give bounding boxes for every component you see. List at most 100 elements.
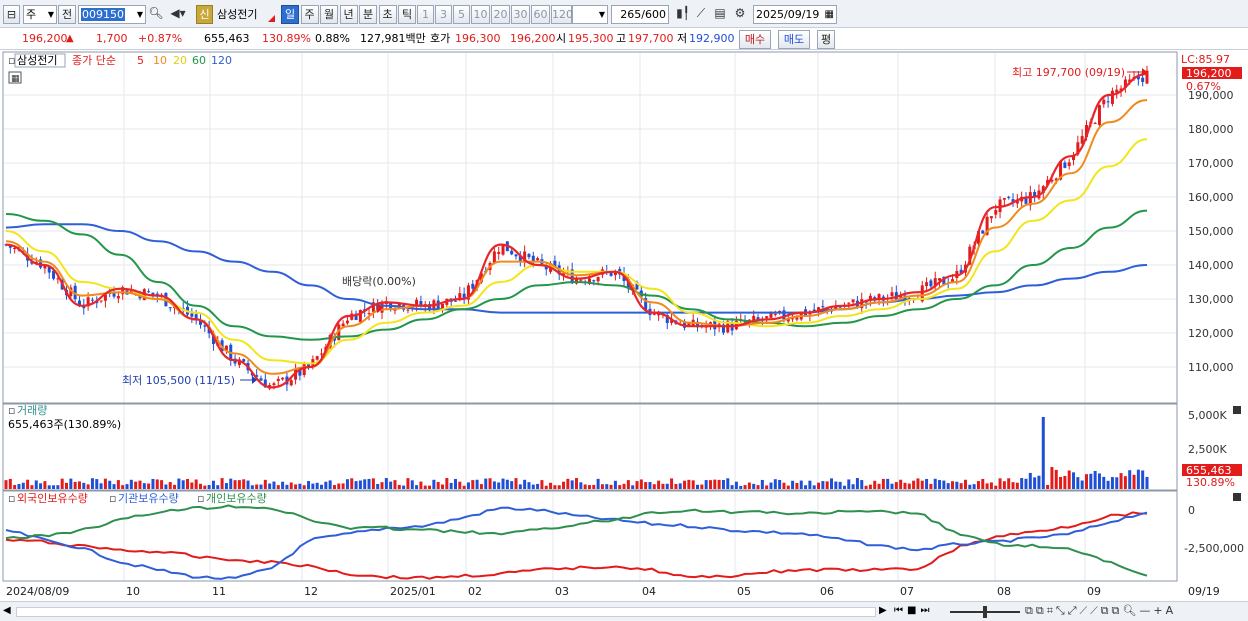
x-tick-label: 11 bbox=[212, 585, 226, 598]
volume-bar bbox=[678, 483, 682, 489]
volume-bar bbox=[847, 479, 851, 489]
tab-period-1[interactable]: 주 bbox=[300, 5, 319, 24]
gear-icon[interactable]: ⚙ bbox=[732, 5, 748, 24]
tab-interval-1[interactable]: 3 bbox=[435, 5, 452, 24]
candle-body bbox=[147, 291, 151, 293]
new-badge[interactable]: 신 bbox=[196, 5, 213, 24]
volume-bar bbox=[726, 478, 730, 489]
volume-bar bbox=[302, 485, 306, 489]
legend-ma-60: 60 bbox=[192, 54, 206, 67]
tab-period-3[interactable]: 년 bbox=[339, 5, 358, 24]
date-input[interactable]: 2025/09/19 ▦ bbox=[753, 5, 837, 24]
tab-period-6[interactable]: 틱 bbox=[398, 5, 416, 24]
candle-body bbox=[453, 300, 457, 302]
data-count-max: /600 bbox=[641, 8, 666, 21]
interval-custom-input[interactable]: ▼ bbox=[572, 5, 608, 24]
layout-icon[interactable]: ⊟ bbox=[3, 5, 20, 24]
current-price: 196,200 bbox=[22, 32, 68, 45]
sell-button[interactable]: 매도 bbox=[778, 30, 810, 49]
candle-body bbox=[596, 277, 600, 282]
candle-body bbox=[315, 356, 319, 360]
volume-bar bbox=[497, 482, 501, 489]
volume-bar bbox=[125, 484, 129, 489]
chart-tools-icons[interactable]: ⧉⧉⌗⤡⤢⟋⟋⧉⧉🔍︎—+A bbox=[1025, 604, 1176, 618]
volume-bar bbox=[492, 481, 496, 489]
tab-interval-6[interactable]: 60 bbox=[531, 5, 550, 24]
candle-body bbox=[406, 309, 410, 311]
chart-toolbar: ⊟ 주 ▼ 전 009150 ▼ 🔍︎ ◀▾ 신 삼성전기 일주월년분초틱 13… bbox=[0, 0, 1248, 28]
volume-bar bbox=[989, 482, 993, 489]
candle-body bbox=[302, 363, 306, 376]
playback-controls[interactable]: ⏮■⏭ bbox=[894, 605, 933, 616]
candle-type-icon[interactable]: ▮╿ bbox=[675, 5, 691, 24]
price-tick-label: 130,000 bbox=[1188, 293, 1234, 306]
volume-bar bbox=[298, 483, 302, 489]
scroll-left-icon[interactable]: ◀ bbox=[3, 605, 11, 616]
volume-bar bbox=[739, 485, 743, 489]
volume-bar bbox=[639, 479, 643, 489]
save-icon[interactable]: ▤ bbox=[712, 5, 728, 24]
volume-bar bbox=[1102, 476, 1106, 489]
volume-bar bbox=[307, 481, 311, 489]
volume-bar bbox=[691, 480, 695, 489]
horizontal-scrollbar[interactable] bbox=[16, 607, 876, 617]
prev-button[interactable]: 전 bbox=[58, 5, 76, 24]
volume-bar bbox=[276, 485, 280, 489]
turnover-rate: 0.88% bbox=[315, 32, 350, 45]
zoom-slider-handle[interactable] bbox=[983, 606, 987, 618]
volume-bar bbox=[1011, 482, 1015, 489]
tab-interval-5[interactable]: 30 bbox=[511, 5, 530, 24]
candle-body bbox=[320, 353, 324, 355]
volume-bar bbox=[134, 481, 138, 489]
calendar-icon[interactable]: ▦ bbox=[825, 6, 834, 23]
volume-bar bbox=[873, 480, 877, 489]
tab-period-4[interactable]: 분 bbox=[359, 5, 377, 24]
tab-interval-7[interactable]: 120 bbox=[551, 5, 573, 24]
data-count-input[interactable]: 265/600 bbox=[611, 5, 669, 24]
flag-icon bbox=[268, 15, 275, 22]
search-icon[interactable]: 🔍︎ bbox=[148, 5, 164, 24]
volume-bar bbox=[281, 481, 285, 489]
volume-bar bbox=[778, 479, 782, 489]
buy-button[interactable]: 매수 bbox=[739, 30, 771, 49]
tab-period-0[interactable]: 일 bbox=[281, 5, 299, 24]
draw-tool-icon[interactable]: ⟋ bbox=[693, 5, 709, 24]
volume-bar bbox=[626, 480, 630, 489]
tab-period-5[interactable]: 초 bbox=[378, 5, 397, 24]
low-price: 192,900 bbox=[689, 32, 735, 45]
volume-tick-5000k: 5,000K bbox=[1188, 409, 1227, 422]
volume-bar bbox=[618, 485, 622, 489]
tab-interval-4[interactable]: 20 bbox=[491, 5, 510, 24]
volume-bar bbox=[782, 482, 786, 489]
close-icon[interactable] bbox=[1233, 493, 1241, 501]
volume-bar bbox=[1037, 475, 1041, 489]
stock-code-input[interactable]: 009150 ▼ bbox=[78, 5, 146, 24]
tab-interval-3[interactable]: 10 bbox=[471, 5, 490, 24]
tab-interval-2[interactable]: 5 bbox=[453, 5, 470, 24]
volume-bar bbox=[99, 483, 103, 489]
avg-button[interactable]: 평 bbox=[817, 30, 835, 49]
volume-bar bbox=[1145, 476, 1149, 489]
candle-body bbox=[1002, 198, 1006, 200]
close-icon[interactable] bbox=[1233, 406, 1241, 414]
tab-period-2[interactable]: 월 bbox=[320, 5, 338, 24]
candle-body bbox=[272, 383, 276, 386]
price-tick-label: 160,000 bbox=[1188, 191, 1234, 204]
candle-body bbox=[989, 216, 993, 219]
volume-bar bbox=[959, 483, 963, 489]
market-type-select[interactable]: 주 ▼ bbox=[23, 5, 57, 24]
bid-label: 호가 bbox=[430, 32, 451, 45]
volume-bar bbox=[90, 478, 94, 489]
stock-chart[interactable]: 190,000180,000170,000160,000150,000140,0… bbox=[0, 50, 1248, 602]
volume-bar bbox=[358, 480, 362, 489]
tab-interval-0[interactable]: 1 bbox=[417, 5, 434, 24]
scroll-right-icon[interactable]: ▶ bbox=[879, 605, 887, 616]
holding-square-icon: ▫ bbox=[197, 492, 204, 505]
volume-bar bbox=[121, 485, 125, 489]
sound-icon[interactable]: ◀▾ bbox=[166, 5, 190, 24]
volume-bar bbox=[397, 484, 401, 489]
volume-bar bbox=[216, 485, 220, 489]
chart-background bbox=[0, 50, 1248, 602]
volume-bar bbox=[263, 479, 267, 489]
volume-bar bbox=[652, 484, 656, 489]
